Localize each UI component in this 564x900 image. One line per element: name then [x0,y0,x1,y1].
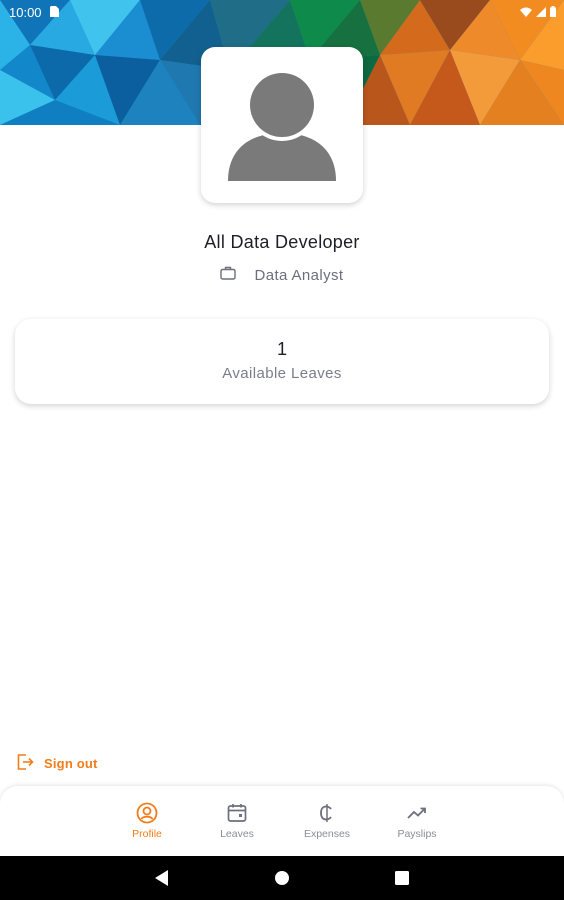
wifi-icon [520,5,532,20]
status-time: 10:00 [9,4,42,20]
nav-item-payslips[interactable]: Payslips [382,802,452,840]
nav-label-payslips: Payslips [397,828,437,840]
system-navigation-bar [0,856,564,900]
logout-icon [17,754,34,773]
sign-out-label: Sign out [44,756,98,771]
trending-up-icon [407,807,426,819]
nav-item-leaves[interactable]: Leaves [202,802,272,840]
briefcase-icon [220,266,237,284]
bottom-navigation: Profile Leaves Expenses Payslips [0,786,564,856]
nav-item-expenses[interactable]: Expenses [292,802,362,840]
home-icon[interactable] [275,871,289,890]
nav-label-leaves: Leaves [220,828,254,840]
sign-out-button[interactable]: Sign out [17,754,98,773]
nav-item-profile[interactable]: Profile [112,802,182,840]
leaves-label: Available Leaves [222,365,342,382]
user-role: Data Analyst [254,266,344,284]
nav-label-expenses: Expenses [303,828,351,840]
status-right [520,5,556,20]
profile-icon [136,802,158,824]
status-bar: 10:00 [0,0,564,24]
user-role-row: Data Analyst [0,266,564,284]
calendar-icon [227,804,247,822]
nav-label-profile: Profile [132,828,162,840]
user-name: All Data Developer [204,232,360,252]
sim-card-icon [49,5,59,20]
avatar[interactable] [201,47,363,203]
leaves-count: 1 [276,339,287,359]
signal-icon [536,5,546,20]
battery-icon [550,5,556,20]
person-placeholder-icon [228,69,336,181]
back-icon[interactable] [155,870,169,891]
available-leaves-card[interactable]: 1 Available Leaves [15,319,549,404]
status-left: 10:00 [9,5,59,20]
cedi-currency-icon [320,804,332,822]
recents-icon[interactable] [395,871,409,890]
